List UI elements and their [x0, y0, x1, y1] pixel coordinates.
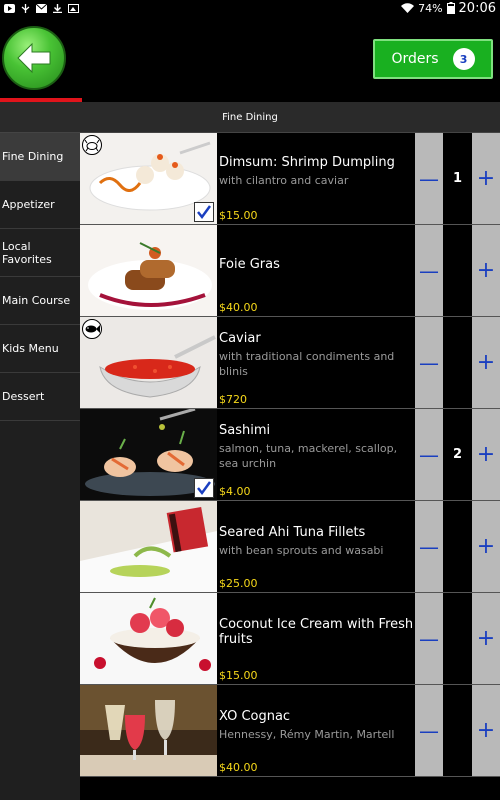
item-info: Sashimi salmon, tuna, mackerel, scallop,…: [219, 409, 415, 500]
dish-photo: [80, 685, 217, 776]
quantity-value: [443, 225, 472, 316]
youtube-icon: [4, 3, 15, 13]
item-description: with bean sprouts and wasabi: [219, 544, 384, 557]
item-price: $4.00: [219, 485, 251, 498]
increase-quantity-button[interactable]: +: [472, 593, 500, 684]
sidebar-item-fine-dining[interactable]: Fine Dining: [0, 133, 80, 181]
dish-photo: [80, 317, 217, 408]
mail-icon: [36, 3, 47, 13]
item-info: Dimsum: Shrimp Dumpling with cilantro an…: [219, 133, 415, 224]
decrease-quantity-button[interactable]: —: [415, 317, 443, 408]
fish-icon: [82, 319, 102, 339]
item-price: $15.00: [219, 209, 258, 222]
dish-photo: [80, 593, 217, 684]
back-arrow-icon: [17, 42, 51, 74]
item-price: $40.00: [219, 761, 258, 774]
sidebar-item-main-course[interactable]: Main Course: [0, 277, 80, 325]
menu-item-row[interactable]: Caviar with traditional condiments and b…: [80, 317, 500, 409]
sidebar-item-local-favorites[interactable]: Local Favorites: [0, 229, 80, 277]
increase-quantity-button[interactable]: +: [472, 317, 500, 408]
menu-item-row[interactable]: Dimsum: Shrimp Dumpling with cilantro an…: [80, 133, 500, 225]
app-header: Orders 3: [0, 16, 500, 102]
quantity-value: [443, 501, 472, 592]
battery-icon: [446, 2, 455, 14]
item-name: XO Cognac: [219, 709, 291, 724]
item-name: Caviar: [219, 331, 261, 346]
item-name: Sashimi: [219, 423, 271, 438]
item-info: Coconut Ice Cream with Fresh fruits $15.…: [219, 593, 415, 684]
item-price: $15.00: [219, 669, 258, 682]
image-icon: [68, 3, 79, 13]
quantity-value: [443, 685, 472, 776]
orders-button[interactable]: Orders 3: [373, 39, 493, 79]
item-description: salmon, tuna, mackerel, scallop, sea urc…: [219, 442, 398, 470]
item-info: Foie Gras $40.00: [219, 225, 415, 316]
item-price: $720: [219, 393, 247, 406]
increase-quantity-button[interactable]: +: [472, 133, 500, 224]
status-bar: 74% 20:06: [0, 0, 500, 16]
orders-count-badge: 3: [452, 48, 475, 70]
category-title: Fine Dining: [222, 111, 278, 123]
decrease-quantity-button[interactable]: —: [415, 501, 443, 592]
item-description: with traditional condiments and blinis: [219, 350, 395, 378]
menu-item-row[interactable]: Coconut Ice Cream with Fresh fruits $15.…: [80, 593, 500, 685]
quantity-value: 2: [443, 409, 472, 500]
item-description: with cilantro and caviar: [219, 174, 349, 187]
decrease-quantity-button[interactable]: —: [415, 133, 443, 224]
download-icon: [53, 3, 62, 13]
menu-item-row[interactable]: Seared Ahi Tuna Fillets with bean sprout…: [80, 501, 500, 593]
item-description: Hennessy, Rémy Martin, Martell: [219, 728, 395, 741]
item-info: XO Cognac Hennessy, Rémy Martin, Martell…: [219, 685, 415, 776]
checkbox-checked-icon[interactable]: [194, 478, 214, 498]
menu-item-row[interactable]: XO Cognac Hennessy, Rémy Martin, Martell…: [80, 685, 500, 777]
menu-item-list: Dimsum: Shrimp Dumpling with cilantro an…: [80, 133, 500, 777]
increase-quantity-button[interactable]: +: [472, 501, 500, 592]
category-sidebar: Fine Dining Appetizer Local Favorites Ma…: [0, 133, 80, 800]
item-name: Foie Gras: [219, 257, 280, 272]
menu-item-row[interactable]: Sashimi salmon, tuna, mackerel, scallop,…: [80, 409, 500, 501]
decrease-quantity-button[interactable]: —: [415, 225, 443, 316]
usb-icon: [21, 3, 30, 13]
decrease-quantity-button[interactable]: —: [415, 593, 443, 684]
sidebar-item-appetizer[interactable]: Appetizer: [0, 181, 80, 229]
checkbox-checked-icon[interactable]: [194, 202, 214, 222]
item-name: Coconut Ice Cream with Fresh fruits: [219, 617, 414, 647]
sidebar-item-dessert[interactable]: Dessert: [0, 373, 80, 421]
dish-photo: [80, 501, 217, 592]
increase-quantity-button[interactable]: +: [472, 225, 500, 316]
crab-icon: [82, 135, 102, 155]
dish-photo: [80, 225, 217, 316]
menu-item-row[interactable]: Foie Gras $40.00 — +: [80, 225, 500, 317]
item-info: Seared Ahi Tuna Fillets with bean sprout…: [219, 501, 415, 592]
category-title-bar: Fine Dining: [0, 102, 500, 133]
item-price: $40.00: [219, 301, 258, 314]
dish-photo: [80, 133, 217, 224]
battery-percent: 74%: [418, 1, 443, 15]
sidebar-item-kids-menu[interactable]: Kids Menu: [0, 325, 80, 373]
quantity-value: [443, 317, 472, 408]
item-name: Dimsum: Shrimp Dumpling: [219, 155, 395, 170]
item-name: Seared Ahi Tuna Fillets: [219, 525, 366, 540]
wifi-icon: [401, 2, 415, 13]
orders-label: Orders: [391, 51, 439, 67]
back-button[interactable]: [2, 26, 66, 90]
decrease-quantity-button[interactable]: —: [415, 685, 443, 776]
decrease-quantity-button[interactable]: —: [415, 409, 443, 500]
increase-quantity-button[interactable]: +: [472, 685, 500, 776]
clock: 20:06: [458, 0, 496, 16]
item-price: $25.00: [219, 577, 258, 590]
quantity-value: 1: [443, 133, 472, 224]
increase-quantity-button[interactable]: +: [472, 409, 500, 500]
item-info: Caviar with traditional condiments and b…: [219, 317, 415, 408]
dish-photo: [80, 409, 217, 500]
quantity-value: [443, 593, 472, 684]
